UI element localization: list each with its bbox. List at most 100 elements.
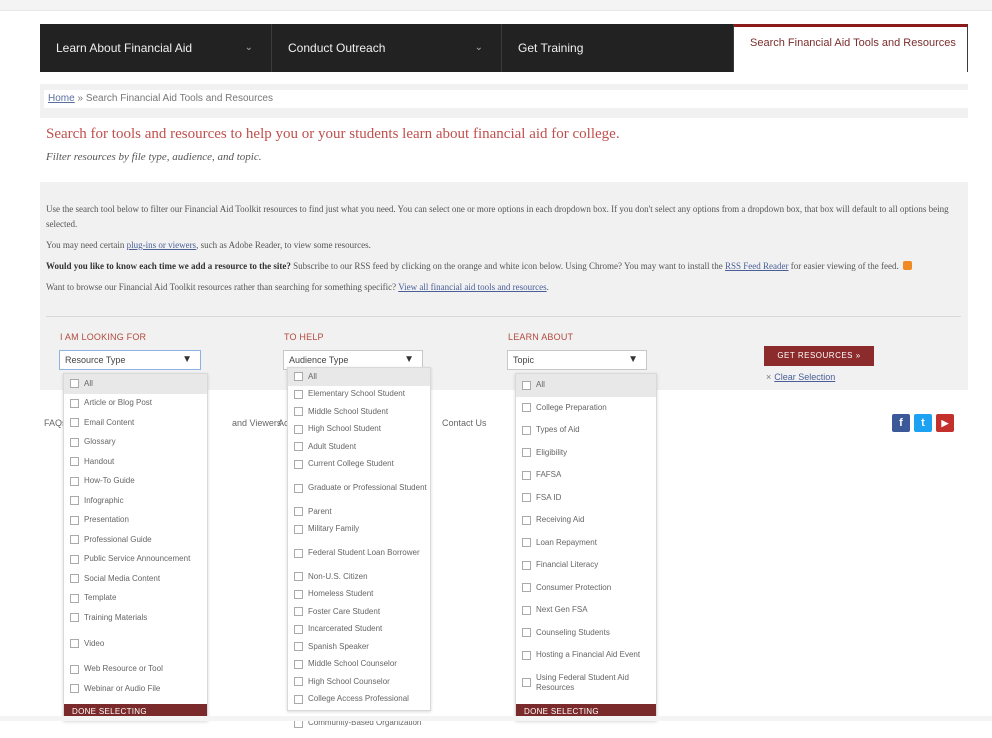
facebook-icon[interactable]: f bbox=[892, 414, 910, 432]
dropdown-option[interactable]: Financial Literacy bbox=[516, 554, 656, 577]
checkbox[interactable] bbox=[70, 593, 79, 603]
dropdown-option[interactable]: Foster Care Student bbox=[288, 603, 430, 621]
checkbox[interactable] bbox=[294, 694, 303, 704]
dropdown-option[interactable]: Adult Student bbox=[288, 438, 430, 456]
dropdown-option[interactable]: College Preparation bbox=[516, 397, 656, 420]
checkbox[interactable] bbox=[522, 678, 531, 687]
checkbox[interactable] bbox=[70, 457, 79, 467]
footer-viewers-link[interactable]: and Viewers bbox=[232, 418, 281, 428]
checkbox[interactable] bbox=[70, 398, 79, 408]
checkbox[interactable] bbox=[70, 574, 79, 584]
dropdown-option[interactable]: Non-U.S. Citizen bbox=[288, 568, 430, 586]
checkbox[interactable] bbox=[522, 380, 531, 390]
dropdown-option[interactable]: High School Student bbox=[288, 421, 430, 439]
dropdown-option[interactable]: Military Family bbox=[288, 521, 430, 539]
dropdown-option[interactable]: Current College Student bbox=[288, 456, 430, 474]
checkbox[interactable] bbox=[294, 624, 303, 634]
checkbox[interactable] bbox=[70, 496, 79, 506]
dropdown-option[interactable]: Types of Aid bbox=[516, 419, 656, 442]
nav-learn-about-financial-aid[interactable]: Learn About Financial Aid ⌄ bbox=[40, 24, 272, 72]
dropdown-option[interactable]: Webinar or Audio File bbox=[64, 679, 207, 699]
checkbox[interactable] bbox=[522, 538, 531, 548]
dropdown-option[interactable]: Handout bbox=[64, 452, 207, 472]
option-all[interactable]: All bbox=[64, 374, 207, 394]
checkbox[interactable] bbox=[294, 548, 303, 558]
checkbox[interactable] bbox=[70, 639, 79, 648]
plugins-link[interactable]: plug-ins or viewers bbox=[127, 240, 197, 250]
checkbox[interactable] bbox=[70, 515, 79, 525]
rss-reader-link[interactable]: RSS Feed Reader bbox=[725, 261, 789, 271]
dropdown-option[interactable]: Incarcerated Student bbox=[288, 621, 430, 639]
option-all[interactable]: All bbox=[516, 374, 656, 397]
checkbox[interactable] bbox=[522, 560, 531, 570]
checkbox[interactable] bbox=[70, 664, 79, 674]
checkbox[interactable] bbox=[70, 684, 79, 694]
dropdown-option[interactable]: Professional Guide bbox=[64, 530, 207, 550]
dropdown-option[interactable]: Using Federal Student Aid Resources bbox=[516, 667, 656, 699]
checkbox[interactable] bbox=[70, 418, 79, 428]
dropdown-option[interactable]: Hosting a Financial Aid Event bbox=[516, 644, 656, 667]
breadcrumb-home-link[interactable]: Home bbox=[48, 93, 75, 104]
twitter-icon[interactable]: t bbox=[914, 414, 932, 432]
dropdown-option[interactable]: Parent bbox=[288, 503, 430, 521]
dropdown-option[interactable]: Loan Repayment bbox=[516, 532, 656, 555]
checkbox[interactable] bbox=[522, 605, 531, 615]
dropdown-option[interactable]: Elementary School Student bbox=[288, 386, 430, 404]
dropdown-option[interactable]: Next Gen FSA bbox=[516, 599, 656, 622]
checkbox[interactable] bbox=[294, 483, 303, 493]
dropdown-option[interactable]: Community-Based Organization bbox=[288, 708, 430, 738]
nav-conduct-outreach[interactable]: Conduct Outreach ⌄ bbox=[272, 24, 502, 72]
checkbox[interactable] bbox=[70, 476, 79, 486]
dropdown-option[interactable]: Article or Blog Post bbox=[64, 394, 207, 414]
dropdown-option[interactable]: Middle School Counselor bbox=[288, 656, 430, 674]
dropdown-option[interactable]: Public Service Announcement bbox=[64, 550, 207, 570]
rss-icon[interactable] bbox=[902, 261, 912, 270]
dropdown-option[interactable]: Presentation bbox=[64, 511, 207, 531]
dropdown-option[interactable]: Template bbox=[64, 589, 207, 609]
checkbox[interactable] bbox=[294, 607, 303, 617]
checkbox[interactable] bbox=[522, 470, 531, 480]
checkbox[interactable] bbox=[294, 407, 303, 417]
checkbox[interactable] bbox=[522, 650, 531, 660]
dropdown-option[interactable]: Middle School Student bbox=[288, 403, 430, 421]
checkbox[interactable] bbox=[522, 515, 531, 525]
dropdown-option[interactable]: Video bbox=[64, 628, 207, 660]
dropdown-option[interactable]: High School Counselor bbox=[288, 673, 430, 691]
dropdown-option[interactable]: Spanish Speaker bbox=[288, 638, 430, 656]
checkbox[interactable] bbox=[294, 524, 303, 534]
nav-search-tools-active[interactable]: Search Financial Aid Tools and Resources bbox=[734, 24, 968, 72]
clear-selection[interactable]: × Clear Selection bbox=[766, 372, 835, 382]
checkbox[interactable] bbox=[522, 583, 531, 593]
checkbox[interactable] bbox=[294, 572, 303, 582]
checkbox[interactable] bbox=[294, 659, 303, 669]
dropdown-option[interactable]: Federal Student Loan Borrower bbox=[288, 538, 430, 568]
nav-get-training[interactable]: Get Training bbox=[502, 24, 734, 72]
dropdown-option[interactable]: Receiving Aid bbox=[516, 509, 656, 532]
checkbox[interactable] bbox=[70, 613, 79, 623]
checkbox[interactable] bbox=[70, 379, 79, 389]
dropdown-option[interactable]: Web Resource or Tool bbox=[64, 660, 207, 680]
dropdown-option[interactable]: College Access Professional bbox=[288, 691, 430, 709]
dropdown-option[interactable]: Infographic bbox=[64, 491, 207, 511]
topic-select[interactable]: Topic ▼ bbox=[507, 350, 647, 370]
view-all-link[interactable]: View all financial aid tools and resourc… bbox=[398, 282, 546, 292]
resource-type-select[interactable]: Resource Type ▼ bbox=[59, 350, 201, 370]
dropdown-option[interactable]: FSA ID bbox=[516, 487, 656, 510]
checkbox[interactable] bbox=[294, 507, 303, 517]
dropdown-option[interactable]: Consumer Protection bbox=[516, 577, 656, 600]
footer-contact-link[interactable]: Contact Us bbox=[442, 418, 487, 428]
dropdown-option[interactable]: Counseling Students bbox=[516, 622, 656, 645]
checkbox[interactable] bbox=[522, 493, 531, 503]
checkbox[interactable] bbox=[294, 424, 303, 434]
checkbox[interactable] bbox=[294, 589, 303, 599]
checkbox[interactable] bbox=[294, 372, 303, 382]
checkbox[interactable] bbox=[522, 628, 531, 638]
dropdown-option[interactable]: FAFSA bbox=[516, 464, 656, 487]
dropdown-option[interactable]: Homeless Student bbox=[288, 586, 430, 604]
checkbox[interactable] bbox=[70, 535, 79, 545]
dropdown-option[interactable]: Graduate or Professional Student bbox=[288, 473, 430, 503]
option-all[interactable]: All bbox=[288, 368, 430, 386]
checkbox[interactable] bbox=[70, 437, 79, 447]
checkbox[interactable] bbox=[294, 642, 303, 652]
checkbox[interactable] bbox=[294, 677, 303, 687]
